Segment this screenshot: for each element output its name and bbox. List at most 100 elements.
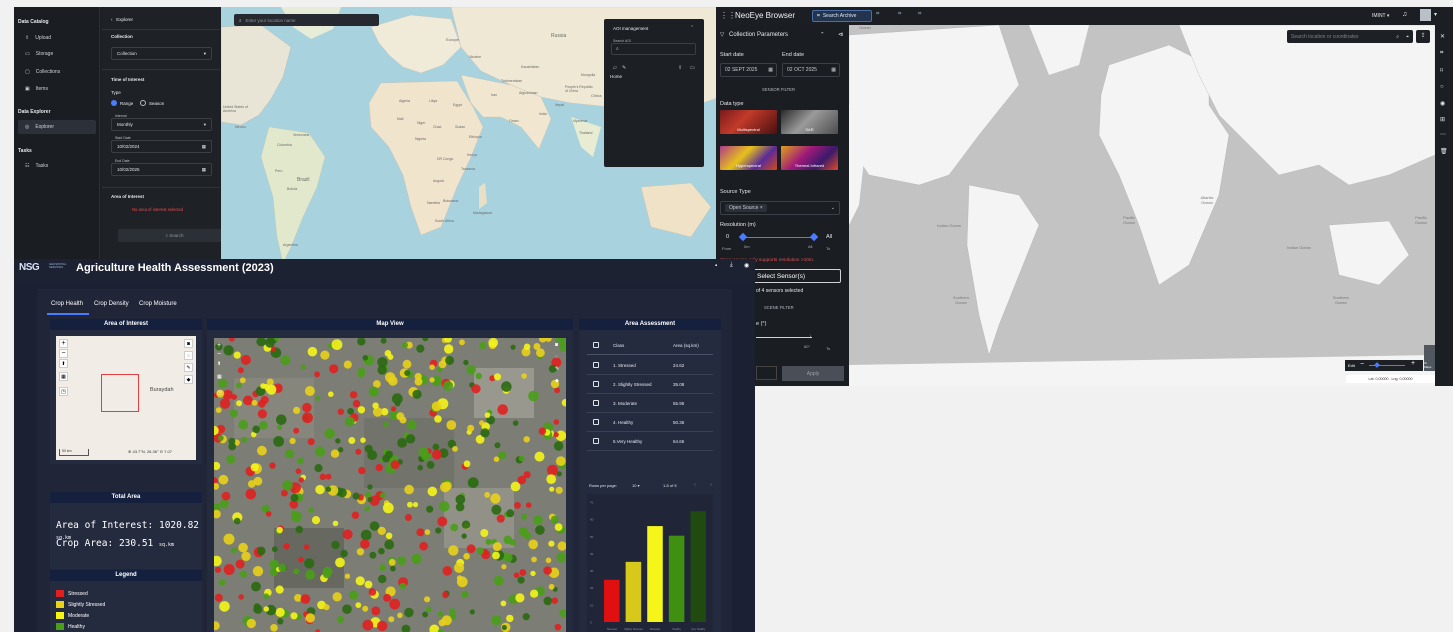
row-checkbox[interactable]: [593, 438, 599, 444]
crosshair-icon[interactable]: ⌖: [1406, 34, 1409, 40]
table-row[interactable]: 4. Healthy 50.36: [587, 413, 713, 432]
tool-icon-2[interactable]: ⌗: [898, 11, 901, 18]
select-icon[interactable]: ◌: [184, 351, 193, 360]
sidebar-item-collections[interactable]: ▢ Collections: [14, 65, 100, 79]
multispectral-thumb[interactable]: Multispectral: [720, 110, 777, 134]
export-button[interactable]: ⇪: [1416, 30, 1430, 43]
table-row[interactable]: 3. Moderate 55.95: [587, 394, 713, 413]
aoi-home-item[interactable]: Home: [610, 74, 622, 79]
upload-icon[interactable]: ⇪: [678, 65, 682, 71]
sidebar-item-storage[interactable]: ▭ Storage: [14, 47, 100, 61]
target-icon[interactable]: ◉: [1440, 100, 1445, 107]
thermal-infrared-thumb[interactable]: Thermal Infrared: [781, 146, 838, 170]
pen-icon[interactable]: ✎: [184, 363, 193, 372]
basemap-switcher[interactable]: Cr Maps: [1424, 345, 1435, 371]
resolution-slider-track[interactable]: [742, 237, 816, 238]
source-type-select[interactable]: Open Source × ⌄: [720, 201, 840, 215]
location-search-input[interactable]: Search location or coordinates ⌕ ⌖: [1287, 30, 1413, 43]
layers-icon[interactable]: ▦: [217, 374, 222, 380]
bar-stressed[interactable]: [604, 579, 620, 622]
grid-icon[interactable]: ⊞: [1440, 116, 1445, 123]
zoom-slider-handle[interactable]: [1374, 362, 1380, 368]
polygon-icon[interactable]: ⌗: [1440, 50, 1443, 57]
table-row[interactable]: 5.Very Healthy 64.66: [587, 432, 713, 451]
range-radio[interactable]: [111, 100, 117, 106]
layers-icon[interactable]: ▦: [59, 372, 68, 381]
bar-moderate[interactable]: [647, 526, 663, 622]
tool-icon-3[interactable]: ⌗: [918, 11, 921, 18]
reset-button[interactable]: [756, 366, 777, 380]
sidebar-item-tasks[interactable]: ☷ Tasks: [14, 159, 100, 173]
chat-icon[interactable]: ▪: [715, 263, 717, 269]
bar-healthy[interactable]: [668, 535, 685, 622]
zoom-out-icon[interactable]: −: [1360, 361, 1364, 368]
search-button[interactable]: ⌕ Search: [118, 229, 231, 242]
sidebar-item-upload[interactable]: ⇪ Upload: [14, 31, 100, 45]
aoi-search-input[interactable]: ⌕: [611, 43, 696, 55]
tab-crop-moisture[interactable]: Crop Moisture: [139, 301, 177, 307]
location-search-input[interactable]: ⌕ Enter your location name: [234, 14, 379, 26]
user-menu[interactable]: IMINT ▾: [1372, 13, 1389, 19]
bar-slightly-stressed[interactable]: [625, 561, 642, 622]
search-archive-button[interactable]: ⌗ Search Archive: [812, 10, 872, 22]
angle-slider-handle[interactable]: ⁞: [810, 333, 811, 338]
angle-slider-track[interactable]: [756, 337, 812, 338]
explorer-world-map[interactable]: Europe Russia Kazakhstan Ukraine Turkmen…: [221, 7, 720, 263]
apps-grid-icon[interactable]: ⋮⋮: [720, 11, 736, 20]
compass-icon[interactable]: ⬆: [217, 361, 221, 367]
rows-per-page-select[interactable]: 10 ▾: [632, 483, 640, 488]
table-row[interactable]: 1. Stressed 24.62: [587, 356, 713, 375]
chevron-up-icon[interactable]: ⌃: [820, 32, 825, 38]
start-date-input[interactable]: 02 SEPT 2025 ▦: [720, 63, 777, 77]
layer-stack-icon[interactable]: ◆: [184, 375, 193, 384]
sidebar-item-explorer[interactable]: ◎ Explorer: [18, 120, 96, 134]
more-icon[interactable]: ⋯: [1440, 131, 1446, 138]
tool-icon-1[interactable]: ⌗: [876, 11, 879, 18]
camera-icon[interactable]: ◙: [184, 339, 193, 348]
trash-icon[interactable]: 🗑: [1440, 148, 1448, 155]
collapse-panel-icon[interactable]: ⧏: [838, 32, 844, 38]
source-chip[interactable]: Open Source ×: [725, 204, 767, 212]
satellite-map[interactable]: + − ⬆ ▦ ◳ ◙ ◌ ✎ ◆: [214, 338, 566, 632]
zoom-in-icon[interactable]: +: [217, 342, 221, 349]
row-checkbox[interactable]: [593, 400, 599, 406]
apply-button[interactable]: Apply: [782, 366, 844, 381]
row-checkbox[interactable]: [593, 362, 599, 368]
bell-icon[interactable]: ♫: [1402, 11, 1407, 18]
calendar-icon[interactable]: ▦: [202, 144, 206, 150]
tab-crop-health[interactable]: Crop Health: [51, 301, 83, 307]
end-date-input[interactable]: 10/02/2025 ▦: [111, 163, 212, 176]
sar-thumb[interactable]: SAR: [781, 110, 838, 134]
row-checkbox[interactable]: [593, 381, 599, 387]
compass-icon[interactable]: ⬆: [59, 359, 68, 368]
row-checkbox[interactable]: [593, 419, 599, 425]
select-all-checkbox[interactable]: [593, 342, 599, 348]
folder-icon[interactable]: ▱: [613, 65, 617, 71]
start-date-input[interactable]: 10/02/2024 ▦: [111, 140, 212, 153]
close-icon[interactable]: ✕: [1440, 33, 1445, 40]
calendar-icon[interactable]: ▦: [202, 167, 206, 173]
download-icon[interactable]: ⤓: [730, 262, 733, 269]
bar-very-healthy[interactable]: [690, 511, 706, 622]
zoom-in-icon[interactable]: +: [59, 339, 68, 348]
zoom-out-icon[interactable]: −: [217, 351, 221, 358]
zoom-control[interactable]: Edit − +: [1345, 360, 1423, 371]
circle-icon[interactable]: ○: [1440, 84, 1444, 90]
tab-crop-density[interactable]: Crop Density: [94, 301, 129, 307]
next-page-icon[interactable]: ›: [710, 482, 712, 488]
delete-icon[interactable]: ▭: [690, 65, 695, 71]
collection-select[interactable]: Collection ▾: [111, 47, 212, 60]
interval-select[interactable]: Monthly ▾: [111, 118, 212, 131]
zoom-in-icon[interactable]: +: [1411, 360, 1415, 367]
sidebar-item-items[interactable]: ▣ Items: [14, 82, 100, 96]
chevron-down-icon[interactable]: ▾: [1434, 11, 1437, 18]
neoeye-world-map[interactable]: Pacific Ocean Indian Ocean Atlantic Ocea…: [849, 25, 1435, 386]
hyperspectral-thumb[interactable]: Hyperspectral: [720, 146, 777, 170]
search-icon[interactable]: ⌕: [1396, 34, 1399, 40]
zoom-out-icon[interactable]: −: [59, 349, 68, 358]
chevron-up-icon[interactable]: ⌃: [690, 25, 694, 31]
draw-icon[interactable]: ◳: [217, 390, 222, 396]
resolution-slider-max-handle[interactable]: [809, 232, 819, 242]
end-date-input[interactable]: 02 OCT 2025 ▦: [782, 63, 840, 77]
aoi-map[interactable]: Buraydah + − ⬆ ▦ ◳ ◙ ◌ ✎ ◆ 50 km ⊕ 43.7°…: [56, 336, 196, 460]
